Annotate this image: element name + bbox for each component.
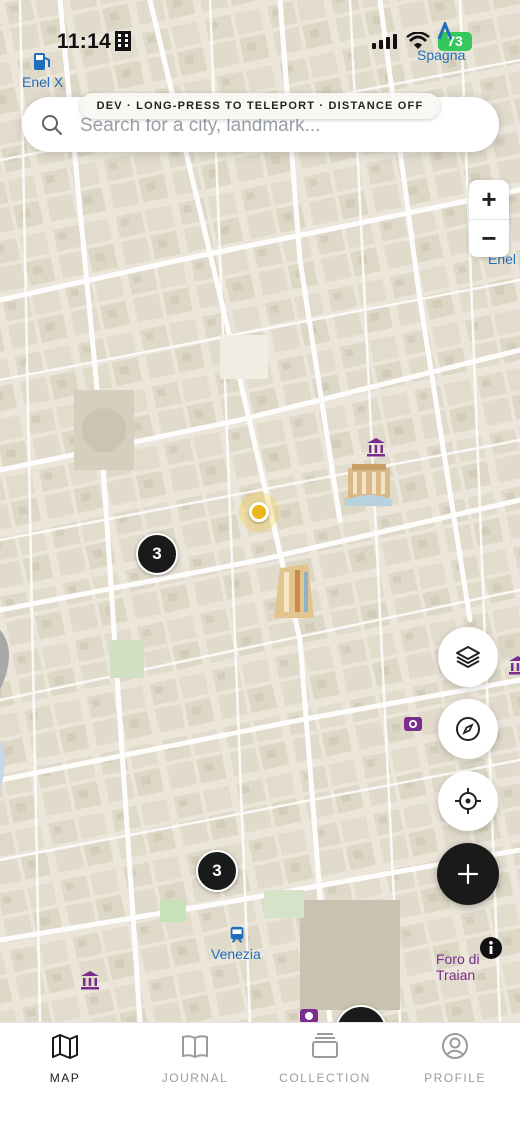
tab-map[interactable]: MAP bbox=[0, 1023, 130, 1103]
map-icon bbox=[52, 1034, 78, 1059]
tab-label-map: MAP bbox=[49, 1071, 81, 1085]
zoom-control: + − bbox=[469, 180, 509, 257]
poi-label-venezia[interactable]: Venezia bbox=[211, 946, 261, 962]
plus-icon bbox=[457, 863, 479, 885]
cellular-signal-icon bbox=[372, 34, 397, 49]
zoom-out-button[interactable]: − bbox=[469, 219, 509, 257]
status-time: 11:14 bbox=[57, 30, 112, 53]
crosshair-icon bbox=[455, 788, 481, 814]
tab-journal[interactable]: JOURNAL bbox=[130, 1023, 260, 1103]
tab-bar: MAP JOURNAL COLLECTION PROFILE bbox=[0, 1022, 520, 1130]
collection-icon bbox=[312, 1033, 338, 1058]
museum-icon[interactable] bbox=[80, 970, 100, 990]
poi-label-spagna[interactable]: Spagna bbox=[417, 47, 465, 63]
poi-label-enel-x[interactable]: Enel X bbox=[22, 74, 63, 90]
info-icon[interactable] bbox=[479, 936, 503, 960]
compass-button[interactable] bbox=[438, 699, 498, 759]
map-view[interactable]: 11:14 73 Enel X Enel Spagna DEV · LONG-P… bbox=[0, 0, 520, 1022]
charging-station-icon bbox=[34, 53, 50, 70]
locate-button[interactable] bbox=[438, 771, 498, 831]
tab-label-collection: COLLECTION bbox=[279, 1071, 371, 1085]
camera-icon[interactable] bbox=[299, 1005, 319, 1022]
metro-icon bbox=[437, 22, 453, 40]
trevi-fountain-landmark[interactable] bbox=[344, 460, 394, 508]
cluster-marker[interactable]: 3 bbox=[136, 533, 178, 575]
layers-icon bbox=[456, 646, 480, 668]
profile-icon bbox=[442, 1033, 468, 1059]
compass-icon bbox=[456, 717, 480, 741]
search-icon bbox=[42, 115, 62, 135]
user-location-dot bbox=[249, 502, 269, 522]
layers-button[interactable] bbox=[438, 627, 498, 687]
tab-profile[interactable]: PROFILE bbox=[390, 1023, 520, 1103]
cluster-marker[interactable]: 3 bbox=[196, 850, 238, 892]
user-location-marker bbox=[239, 492, 279, 532]
zoom-in-button[interactable]: + bbox=[469, 180, 509, 218]
add-button[interactable] bbox=[437, 843, 499, 905]
tab-label-journal: JOURNAL bbox=[161, 1071, 229, 1085]
poi-label-foro[interactable]: Foro di Traian bbox=[436, 951, 520, 983]
tab-label-profile: PROFILE bbox=[424, 1071, 486, 1085]
museum-icon[interactable] bbox=[366, 437, 386, 457]
building-icon bbox=[115, 31, 131, 51]
book-icon bbox=[182, 1035, 208, 1058]
dev-banner: DEV · LONG-PRESS TO TELEPORT · DISTANCE … bbox=[80, 93, 440, 119]
tab-collection[interactable]: COLLECTION bbox=[260, 1023, 390, 1103]
museum-icon[interactable] bbox=[508, 655, 520, 675]
tram-icon[interactable] bbox=[227, 924, 247, 944]
pantheon-landmark[interactable] bbox=[268, 560, 318, 620]
camera-icon[interactable] bbox=[403, 713, 423, 733]
